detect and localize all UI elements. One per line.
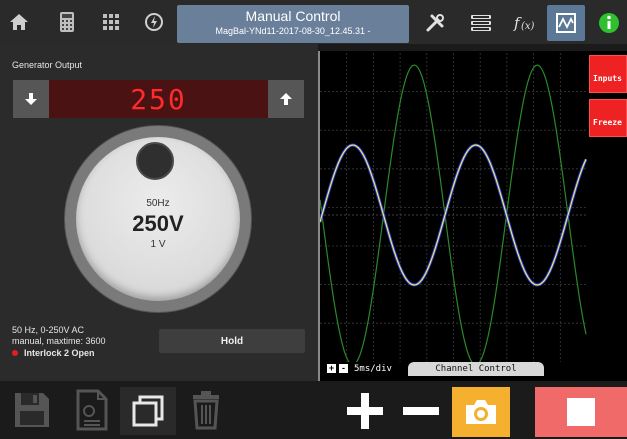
oscilloscope-icon[interactable] — [547, 5, 585, 41]
copy-button[interactable] — [120, 387, 176, 435]
trash-icon — [193, 391, 219, 430]
function-icon[interactable]: f (x) — [504, 5, 542, 41]
interlock-label: Interlock 2 Open — [24, 348, 95, 358]
tools-icon[interactable] — [416, 5, 454, 41]
output-range: 50 Hz, 0-250V AC — [12, 325, 85, 335]
arrow-up-icon — [280, 93, 292, 105]
keypad-icon[interactable] — [94, 4, 128, 40]
remove-button[interactable] — [398, 388, 444, 434]
output-mode: manual, maxtime: 3600 — [12, 336, 106, 346]
document-icon — [76, 389, 108, 431]
screenshot-button[interactable] — [452, 387, 510, 437]
page-title: Manual Control — [245, 8, 341, 24]
report-button[interactable] — [70, 388, 114, 432]
copy-icon — [132, 395, 164, 427]
svg-text:(x): (x) — [521, 21, 535, 32]
timebase-label: 5ms/div — [354, 364, 392, 374]
interlock-status: Interlock 2 Open — [12, 348, 95, 358]
decrease-button[interactable] — [13, 80, 49, 118]
freeze-button[interactable]: Freeze — [589, 99, 627, 137]
calculator-icon[interactable] — [50, 4, 84, 40]
save-button[interactable] — [10, 388, 54, 432]
camera-icon — [466, 400, 496, 424]
session-name: MagBal-YNd11-2017-08-30_12.45.31 - — [215, 26, 371, 36]
gauge-icon[interactable] — [137, 4, 171, 40]
sequence-icon[interactable] — [462, 5, 500, 41]
stop-icon — [567, 398, 595, 426]
zoom-out-button[interactable]: - — [339, 364, 348, 373]
plus-icon — [347, 393, 383, 429]
oscilloscope-screen[interactable] — [320, 53, 587, 362]
output-value-display: 250 — [49, 80, 268, 118]
delete-button[interactable] — [186, 388, 226, 432]
app-window: Manual Control MagBal-YNd11-2017-08-30_1… — [0, 0, 627, 439]
info-icon[interactable] — [590, 5, 627, 41]
add-button[interactable] — [342, 388, 388, 434]
status-dot-icon — [12, 350, 18, 356]
title-box: Manual Control MagBal-YNd11-2017-08-30_1… — [177, 5, 409, 43]
knob-frequency: 50Hz — [146, 198, 170, 209]
increase-button[interactable] — [268, 80, 304, 118]
minus-icon — [403, 407, 439, 415]
zoom-in-button[interactable]: + — [327, 364, 336, 373]
knob-indicator[interactable] — [136, 142, 174, 180]
knob-voltage: 250V — [132, 211, 184, 236]
tab-channel-control[interactable]: Channel Control — [408, 362, 544, 376]
inputs-button[interactable]: Inputs — [589, 55, 627, 93]
stop-button[interactable] — [535, 387, 627, 437]
hold-button[interactable]: Hold — [159, 329, 305, 353]
generator-panel: Generator Output 250 50Hz 250V 1 V 50 Hz… — [0, 44, 318, 381]
save-icon — [15, 393, 49, 427]
knob-measured: 1 V — [150, 239, 166, 250]
arrow-down-icon — [25, 93, 37, 105]
home-icon[interactable] — [2, 4, 36, 40]
generator-output-label: Generator Output — [12, 60, 83, 70]
top-toolbar: Manual Control MagBal-YNd11-2017-08-30_1… — [0, 0, 627, 44]
green-trace — [320, 64, 587, 362]
